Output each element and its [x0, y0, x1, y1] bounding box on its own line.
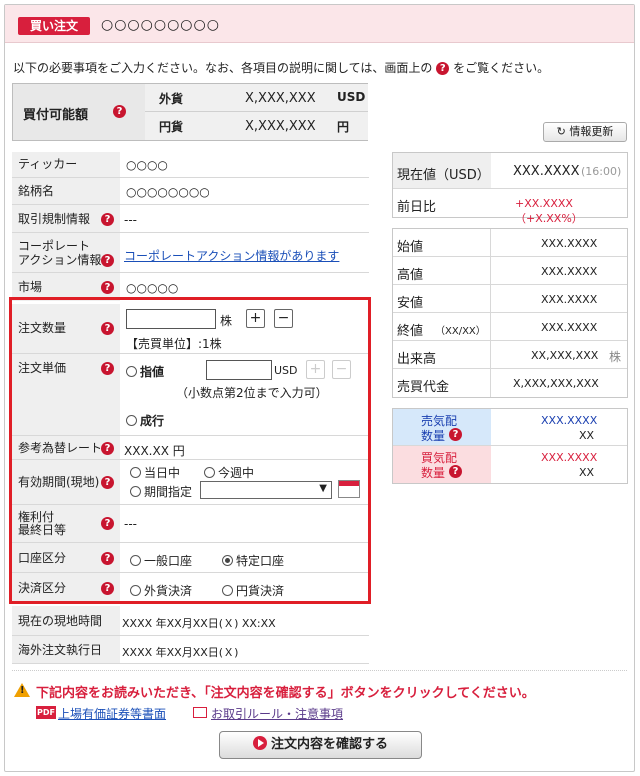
warning-text: 下記内容をお読みいただき、「注文内容を確認する」ボタンをクリックしてください。	[36, 686, 535, 701]
low-label: 安値	[397, 296, 424, 311]
intro-text-before: 以下の必要事項をご入力ください。なお、各項目の説明に関しては、画面上の	[13, 61, 433, 75]
confirm-order-button[interactable]: 注文内容を確認する	[219, 731, 422, 759]
help-icon[interactable]: ?	[101, 254, 114, 267]
volume-label: 出来高	[397, 352, 437, 367]
quote-row-turnover: 売買代金 X,XXX,XXX,XXX	[393, 369, 627, 397]
row-exec-date: 海外注文執行日 XXXX 年XX月XX日(Ｘ)	[12, 636, 369, 664]
currency-unit: USD	[337, 90, 366, 104]
confirm-order-label: 注文内容を確認する	[270, 737, 388, 752]
buy-price: XXX.XXXX	[541, 451, 598, 464]
volume-value: XX,XXX,XXX	[531, 349, 599, 362]
pdf-icon: PDF	[36, 706, 56, 719]
local-time-label: 現在の現地時間	[18, 614, 103, 628]
market-label: 市場	[18, 280, 43, 294]
exec-date-label: 海外注文執行日	[18, 643, 103, 657]
row-corporate-action: コーポレート アクション情報 ? コーポレートアクション情報があります	[12, 233, 369, 273]
currency-unit: 円	[337, 120, 350, 134]
high-label: 高値	[397, 268, 424, 283]
open-label: 始値	[397, 240, 424, 255]
page-header: 買い注文 ○○○○○○○○○	[5, 5, 634, 43]
regulation-label: 取引規制情報	[18, 212, 91, 226]
intro-text: 以下の必要事項をご入力ください。なお、各項目の説明に関しては、画面上の ? をご…	[13, 59, 549, 76]
refresh-info-button[interactable]: ↻ 情報更新	[543, 122, 627, 142]
buy-qty: XX	[579, 466, 595, 479]
refresh-button-label: 情報更新	[569, 125, 614, 138]
regulation-value: ---	[124, 213, 137, 227]
quote-row-volume: 出来高 XX,XXX,XXX 株	[393, 341, 627, 369]
buy-label-2: 数量	[421, 466, 446, 480]
change-value: +XX.XXXX（+X.XX%）	[515, 197, 583, 225]
board-row-buy: 買気配 数量 ? XXX.XXXX XX	[393, 446, 627, 483]
page-title: ○○○○○○○○○	[101, 17, 220, 33]
board-row-sell: 売気配 数量 ? XXX.XXXX XX	[393, 409, 627, 446]
quote-table-ohlc: 始値 XXX.XXXX 高値 XXX.XXXX 安値 XXX.XXXX 終値 （X…	[392, 228, 628, 398]
close-date-note: （XX/XX）	[435, 326, 486, 337]
divider	[12, 670, 627, 671]
current-price-label: 現在値（USD）	[397, 168, 490, 183]
volume-unit: 株	[609, 350, 622, 364]
change-label: 前日比	[397, 200, 437, 215]
quote-row-high: 高値 XXX.XXXX	[393, 257, 627, 285]
trading-rules-link[interactable]: お取引ルール・注意事項	[211, 705, 343, 722]
help-icon[interactable]: ?	[449, 465, 462, 478]
buying-power-amount: X,XXX,XXX	[245, 119, 316, 134]
quote-row-change: 前日比 +XX.XXXX（+X.XX%）	[393, 189, 627, 225]
sell-label-2: 数量	[421, 429, 446, 443]
quote-row-current: 現在値（USD） XXX.XXXX (16:00)	[393, 153, 627, 189]
close-value: XXX.XXXX	[541, 321, 598, 334]
quote-table-price: 現在値（USD） XXX.XXXX (16:00) 前日比 +XX.XXXX（+…	[392, 152, 628, 225]
buying-power-label: 買付可能額	[23, 108, 89, 123]
turnover-value: X,XXX,XXX,XXX	[513, 377, 599, 390]
corporate-action-label-2: アクション情報	[18, 253, 102, 267]
quote-row-low: 安値 XXX.XXXX	[393, 285, 627, 313]
refresh-icon: ↻	[556, 125, 566, 138]
quote-board: 売気配 数量 ? XXX.XXXX XX 買気配 数量 ? XXX.XXXX XX	[392, 408, 628, 484]
row-ticker: ティッカー ○○○○	[12, 152, 369, 178]
close-label: 終値	[397, 324, 424, 339]
ticker-label: ティッカー	[18, 157, 78, 171]
row-local-time: 現在の現地時間 XXXX 年XX月XX日(Ｘ) XX:XX	[12, 606, 369, 636]
market-value: ○○○○○	[126, 281, 179, 295]
local-time-value: XXXX 年XX月XX日(Ｘ) XX:XX	[122, 617, 276, 630]
play-icon	[252, 736, 267, 750]
required-fields-highlight	[9, 297, 371, 604]
sell-qty: XX	[579, 429, 595, 442]
exec-date-value: XXXX 年XX月XX日(Ｘ)	[122, 646, 239, 659]
currency-label: 円貨	[159, 120, 184, 134]
buying-power-row-yen: 円貨 X,XXX,XXX 円	[145, 112, 368, 140]
new-window-icon	[193, 707, 207, 718]
name-value: ○○○○○○○○	[126, 185, 210, 199]
open-value: XXX.XXXX	[541, 237, 598, 250]
row-regulation: 取引規制情報 ? ---	[12, 205, 369, 233]
current-price-time: (16:00)	[581, 165, 622, 178]
help-icon[interactable]: ?	[101, 213, 114, 226]
high-value: XXX.XXXX	[541, 265, 598, 278]
buying-power-label-cell: 買付可能額 ?	[13, 84, 145, 140]
help-icon[interactable]: ?	[449, 428, 462, 441]
intro-text-after: をご覧ください。	[453, 61, 550, 75]
sell-price: XXX.XXXX	[541, 414, 598, 427]
row-name: 銘柄名 ○○○○○○○○	[12, 178, 369, 205]
low-value: XXX.XXXX	[541, 293, 598, 306]
corporate-action-link[interactable]: コーポレートアクション情報があります	[124, 247, 339, 264]
buying-power-amount: X,XXX,XXX	[245, 91, 316, 106]
buying-power-box: 買付可能額 ? 外貨 X,XXX,XXX USD 円貨 X,XXX,XXX 円	[12, 83, 368, 141]
currency-label: 外貨	[159, 92, 184, 106]
help-icon: ?	[436, 62, 450, 75]
quote-row-open: 始値 XXX.XXXX	[393, 229, 627, 257]
help-icon[interactable]: ?	[101, 281, 114, 294]
name-label: 銘柄名	[18, 184, 55, 198]
prospectus-link[interactable]: 上場有価証券等書面	[58, 705, 166, 722]
current-price-value: XXX.XXXX	[513, 164, 580, 179]
help-icon[interactable]: ?	[113, 105, 126, 118]
turnover-label: 売買代金	[397, 380, 450, 395]
warning-icon	[14, 683, 30, 697]
quote-row-close: 終値 （XX/XX） XXX.XXXX	[393, 313, 627, 341]
buying-power-row-foreign: 外貨 X,XXX,XXX USD	[145, 84, 368, 112]
ticker-value: ○○○○	[126, 158, 168, 172]
corporate-action-label-1: コーポレート	[18, 239, 91, 253]
order-type-badge: 買い注文	[18, 17, 90, 35]
